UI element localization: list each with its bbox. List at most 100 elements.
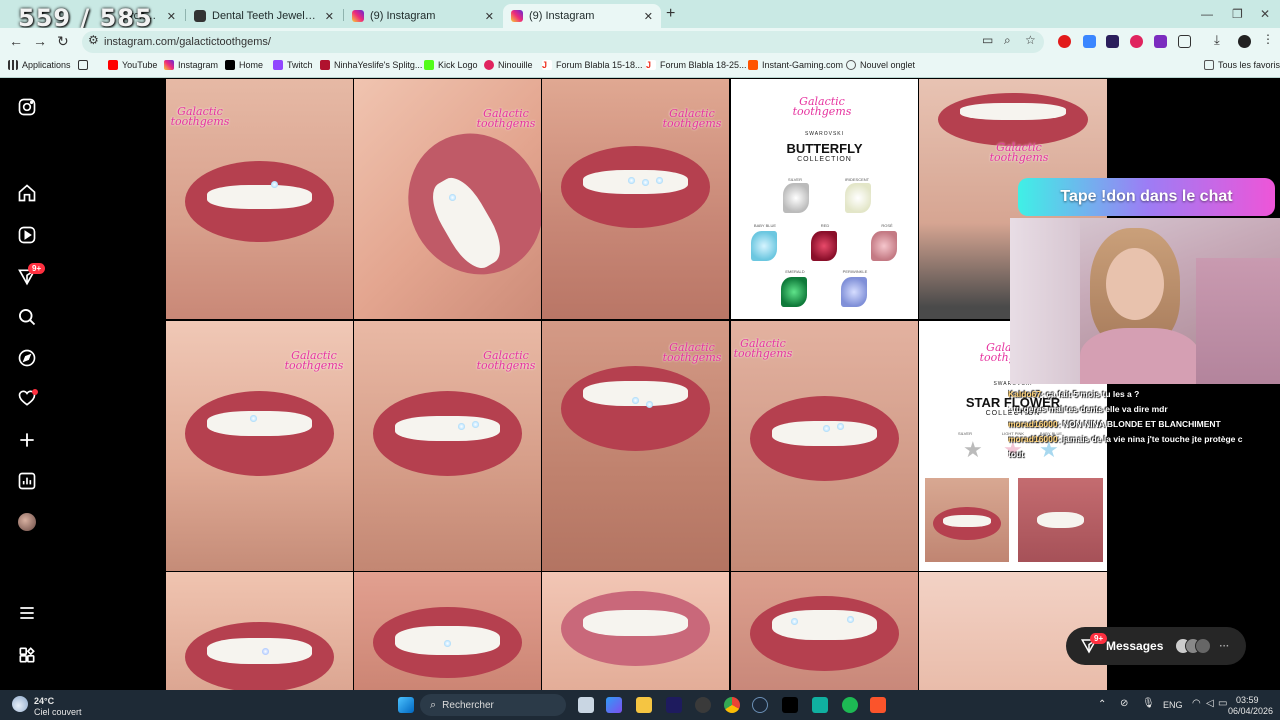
wifi-icon[interactable]: ◠: [1192, 698, 1201, 709]
menu-icon[interactable]: [16, 602, 38, 624]
premiere-icon[interactable]: [666, 697, 682, 713]
address-bar[interactable]: instagram.com/galactictoothgems/: [82, 31, 1044, 53]
bookmark-x-home[interactable]: Home: [225, 60, 263, 70]
menu-kebab-icon[interactable]: ⋮: [1262, 32, 1275, 46]
instagram-logo-icon[interactable]: [16, 96, 38, 118]
minimize-icon[interactable]: —: [1201, 7, 1213, 21]
cast-icon[interactable]: ▭: [982, 33, 993, 47]
obs-icon[interactable]: [695, 697, 711, 713]
recent-avatars: [1175, 638, 1212, 654]
weather-condition: Ciel couvert: [34, 707, 82, 717]
silver-star-gem: ★: [963, 437, 983, 462]
post-thumbnail[interactable]: Galactic toothgems: [354, 79, 541, 319]
profile-avatar[interactable]: [1238, 35, 1251, 48]
extension-icon[interactable]: [1130, 35, 1143, 48]
create-icon[interactable]: [16, 429, 38, 451]
bookmark-youtube[interactable]: YouTube: [108, 60, 157, 70]
network-muted-icon[interactable]: ⊘: [1120, 698, 1128, 709]
zoom-icon[interactable]: ⌕: [1004, 33, 1011, 48]
opera-extension-icon[interactable]: [1058, 35, 1071, 48]
post-thumbnail[interactable]: [354, 572, 541, 690]
close-icon[interactable]: ✕: [325, 10, 334, 23]
close-window-icon[interactable]: ✕: [1260, 7, 1270, 21]
dashboard-icon[interactable]: [16, 470, 38, 492]
post-thumbnail[interactable]: [731, 572, 918, 690]
butterfly-collection-card[interactable]: Galactic toothgems SWAROVSKI BUTTERFLY C…: [731, 79, 918, 319]
weather-icon[interactable]: [12, 696, 28, 712]
post-thumbnail[interactable]: [542, 572, 729, 690]
volume-icon[interactable]: ◁: [1206, 698, 1214, 709]
app-icon[interactable]: [812, 697, 828, 713]
bookmark-instant-gaming[interactable]: Instant-Gaming.com: [748, 60, 843, 70]
maximize-icon[interactable]: ❐: [1232, 7, 1243, 21]
download-icon[interactable]: ⤓: [1214, 32, 1227, 47]
card-brand: SWAROVSKI: [804, 131, 845, 137]
extension-icon[interactable]: [1106, 35, 1119, 48]
battery-icon[interactable]: ▭: [1218, 698, 1227, 709]
more-apps-icon[interactable]: [16, 644, 38, 666]
bookmark-grid[interactable]: [78, 60, 88, 70]
explore-icon[interactable]: [16, 347, 38, 369]
brave-icon[interactable]: [870, 697, 886, 713]
post-thumbnail[interactable]: Galactic toothgems: [354, 321, 541, 571]
bookmark-forum-15-18[interactable]: J Forum Blabla 15-18...: [542, 60, 643, 70]
taskbar-search[interactable]: ⌕ Rechercher: [420, 694, 566, 716]
bookmark-twitch[interactable]: Twitch: [273, 60, 313, 70]
chevron-up-icon[interactable]: ⌃: [1098, 699, 1106, 710]
clock-date[interactable]: 06/04/2026: [1228, 706, 1273, 716]
chrome-icon[interactable]: [724, 697, 740, 713]
bookmark-all-favorites[interactable]: Tous les favoris: [1204, 60, 1280, 70]
shield-extension-icon[interactable]: [1154, 35, 1167, 48]
bookmark-new-tab[interactable]: Nouvel onglet: [846, 60, 915, 70]
jvc-icon: J: [646, 60, 656, 70]
tab-dental-jewelry[interactable]: Dental Teeth Jewelry Dubai | Sm ✕: [186, 4, 342, 28]
silver-butterfly-gem: [783, 183, 809, 213]
tab-instagram[interactable]: (9) Instagram ✕: [344, 4, 502, 28]
forward-icon[interactable]: →: [33, 33, 47, 49]
bookmark-instagram[interactable]: Instagram: [164, 60, 218, 70]
steam-icon[interactable]: [752, 697, 768, 713]
puzzle-icon[interactable]: [1178, 35, 1191, 48]
post-thumbnail[interactable]: Galactic toothgems: [731, 321, 918, 571]
apps-grid-icon: [8, 60, 18, 70]
post-thumbnail[interactable]: Galactic toothgems: [166, 321, 353, 571]
post-thumbnail[interactable]: Galactic toothgems: [166, 79, 353, 319]
chat-message: morad16000: NON NINA BLONDE ET BLANCHIME…: [1008, 419, 1221, 429]
language-indicator[interactable]: ENG: [1163, 700, 1183, 710]
tiktok-icon[interactable]: [782, 697, 798, 713]
clock-time[interactable]: 03:59: [1236, 695, 1259, 705]
close-icon[interactable]: ✕: [644, 10, 653, 23]
home-icon[interactable]: [16, 182, 38, 204]
file-explorer-icon[interactable]: [636, 697, 652, 713]
bookmark-kick[interactable]: Kick Logo: [424, 60, 478, 70]
bookmark-forum-18-25[interactable]: J Forum Blabla 18-25...: [646, 60, 747, 70]
reels-icon[interactable]: [16, 224, 38, 246]
new-tab-icon[interactable]: +: [666, 5, 675, 23]
bookmark-splitgate[interactable]: NinhaYeslife's Splitg...: [320, 60, 422, 70]
post-thumbnail[interactable]: Galactic toothgems: [542, 79, 729, 319]
spotify-icon[interactable]: [842, 697, 858, 713]
extension-icon[interactable]: [1083, 35, 1096, 48]
profile-avatar[interactable]: [16, 511, 38, 533]
close-icon[interactable]: ✕: [167, 10, 176, 23]
task-view-icon[interactable]: [578, 697, 594, 713]
windows-taskbar: 24°C Ciel couvert ⌕ Rechercher ⌃ ⊘ 🎙︎ EN…: [0, 690, 1280, 720]
search-icon[interactable]: [16, 306, 38, 328]
bookmark-label: Tous les favoris: [1218, 60, 1280, 70]
post-thumbnail[interactable]: Galactic toothgems: [542, 321, 729, 571]
windows-start-icon[interactable]: [398, 697, 414, 713]
close-icon[interactable]: ✕: [485, 10, 494, 23]
bookmark-apps[interactable]: Applications: [8, 60, 71, 70]
widgets-icon[interactable]: [606, 697, 622, 713]
donation-banner: Tape !don dans le chat: [1018, 178, 1275, 216]
microphone-icon[interactable]: 🎙︎: [1142, 698, 1155, 709]
bookmark-star-icon[interactable]: ☆: [1025, 33, 1036, 47]
messages-button[interactable]: 9+ Messages ···: [1066, 627, 1246, 665]
site-info-icon[interactable]: ⚙: [88, 33, 99, 47]
back-icon[interactable]: ←: [9, 33, 23, 49]
tab-instagram-active[interactable]: (9) Instagram ✕: [503, 4, 661, 28]
reload-icon[interactable]: ↻: [57, 33, 69, 50]
post-thumbnail[interactable]: [166, 572, 353, 690]
rose-butterfly-gem: [871, 231, 897, 261]
bookmark-ninouille[interactable]: Ninouille: [484, 60, 533, 70]
